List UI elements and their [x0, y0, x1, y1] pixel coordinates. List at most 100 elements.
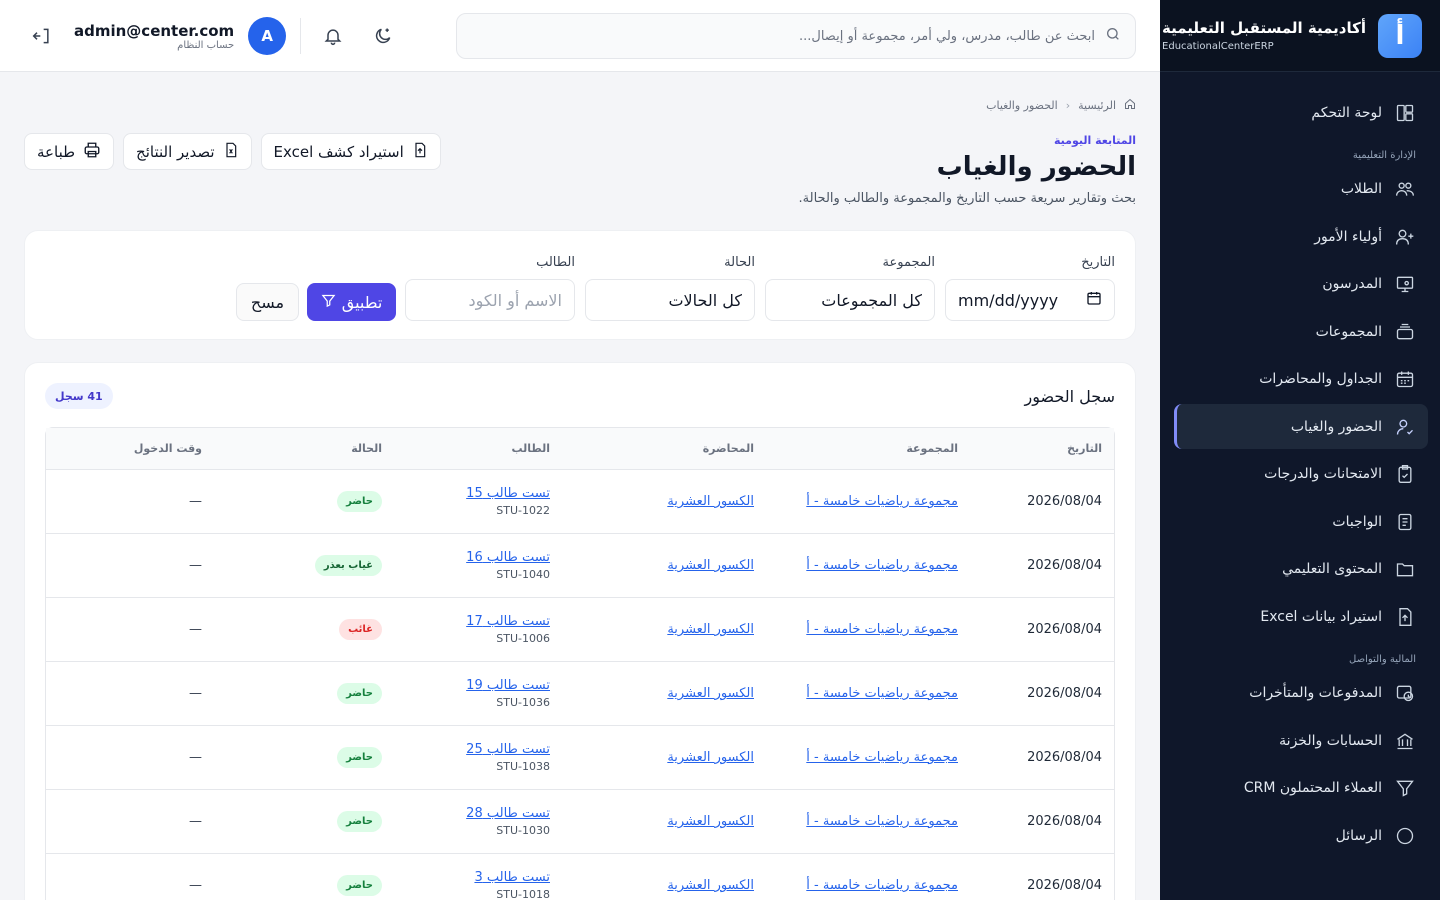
page-description: بحث وتقارير سريعة حسب التاريخ والمجموعة …	[798, 191, 1136, 206]
bank-icon	[1394, 730, 1416, 752]
student-code: STU-1006	[496, 632, 550, 645]
col-lecture: المحاضرة	[562, 428, 766, 470]
print-label: طباعة	[37, 142, 76, 161]
student-input[interactable]: الاسم أو الكود	[405, 279, 575, 321]
search-input[interactable]: ابحث عن طالب، مدرس، ولي أمر، مجموعة أو إ…	[456, 13, 1136, 59]
sidebar-item-folder[interactable]: المحتوى التعليمي	[1174, 547, 1428, 592]
sidebar-item-attendance[interactable]: الحضور والغياب	[1174, 404, 1428, 449]
records-count-badge: 41 سجل	[45, 383, 113, 409]
sidebar-item-label: الحضور والغياب	[1290, 418, 1382, 435]
user-email: admin@center.com	[74, 21, 235, 40]
student-code: STU-1040	[496, 568, 550, 581]
student-link[interactable]: تست طالب 25	[466, 742, 550, 757]
sidebar-item-label: أولياء الأمور	[1314, 228, 1382, 245]
print-button[interactable]: طباعة	[24, 133, 115, 170]
table-row: 2026/08/04 مجموعة رياضيات خامسة - أ الكسور…	[46, 790, 1114, 854]
sidebar-item-groups[interactable]: المجموعات	[1174, 309, 1428, 354]
group-link[interactable]: مجموعة رياضيات خامسة - أ	[806, 494, 958, 509]
sidebar-item-parents[interactable]: أولياء الأمور	[1174, 214, 1428, 259]
sidebar-item-label: المدرسون	[1322, 276, 1382, 292]
sidebar-item-bank[interactable]: الحسابات والخزنة	[1174, 718, 1428, 763]
student-link[interactable]: تست طالب 17	[466, 614, 550, 629]
import-excel-button[interactable]: استيراد كشف Excel	[260, 133, 441, 170]
sidebar-item-label: لوحة التحكم	[1311, 104, 1382, 121]
cell-date: 2026/08/04	[970, 470, 1114, 534]
status-select[interactable]: كل الحالات	[585, 279, 755, 321]
page-eyebrow: المتابعة اليومية	[1054, 134, 1136, 147]
logout-icon[interactable]	[24, 18, 60, 54]
student-link[interactable]: تست طالب 3	[474, 870, 550, 885]
clear-button[interactable]: مسح	[236, 283, 299, 321]
sidebar-item-dashboard[interactable]: لوحة التحكم	[1174, 90, 1428, 135]
group-link[interactable]: مجموعة رياضيات خامسة - أ	[806, 814, 958, 829]
cell-entry-time: —	[46, 790, 214, 854]
filters-card: التاريخ mm/dd/yyyy المجموعة كل المجموعات…	[24, 230, 1136, 340]
sidebar-item-students[interactable]: الطلاب	[1174, 167, 1428, 212]
group-link[interactable]: مجموعة رياضيات خامسة - أ	[806, 686, 958, 701]
cell-status: حاضر	[214, 790, 394, 854]
sidebar-item-label: الرسائل	[1335, 827, 1382, 844]
date-value: mm/dd/yyyy	[958, 290, 1059, 310]
lecture-link[interactable]: الكسور العشرية	[667, 686, 754, 701]
table-row: 2026/08/04 مجموعة رياضيات خامسة - أ الكسور…	[46, 534, 1114, 598]
lecture-link[interactable]: الكسور العشرية	[667, 878, 754, 893]
sidebar-item-teachers[interactable]: المدرسون	[1174, 262, 1428, 307]
lecture-link[interactable]: الكسور العشرية	[667, 494, 754, 509]
cell-entry-time: —	[46, 854, 214, 900]
sidebar-item-calendar[interactable]: الجداول والمحاضرات	[1174, 357, 1428, 402]
import-icon	[1394, 606, 1416, 628]
group-link[interactable]: مجموعة رياضيات خامسة - أ	[806, 878, 958, 893]
group-select[interactable]: كل المجموعات	[765, 279, 935, 321]
cell-group: مجموعة رياضيات خامسة - أ	[766, 790, 970, 854]
avatar[interactable]: A	[248, 17, 287, 55]
group-link[interactable]: مجموعة رياضيات خامسة - أ	[806, 558, 958, 573]
table-row: 2026/08/04 مجموعة رياضيات خامسة - أ الكسور…	[46, 854, 1114, 900]
cell-lecture: الكسور العشرية	[562, 470, 766, 534]
sidebar-item-homework[interactable]: الواجبات	[1174, 499, 1428, 544]
dark-mode-icon[interactable]	[365, 18, 401, 54]
brand-logo: أ	[1378, 13, 1422, 58]
brand[interactable]: أ أكاديمية المستقبل التعليمية Educationa…	[1160, 0, 1440, 72]
cell-entry-time: —	[46, 726, 214, 790]
student-link[interactable]: تست طالب 28	[466, 806, 550, 821]
calendar-icon[interactable]	[1086, 290, 1102, 310]
groups-icon	[1394, 321, 1416, 343]
student-link[interactable]: تست طالب 16	[466, 550, 550, 565]
group-link[interactable]: مجموعة رياضيات خامسة - أ	[806, 622, 958, 637]
sidebar-item-label: الجداول والمحاضرات	[1259, 371, 1382, 387]
sidebar-item-label: المجموعات	[1315, 323, 1382, 340]
home-icon	[1124, 98, 1136, 113]
sidebar-nav: لوحة التحكم الإدارة التعليمية الطلاب أولياء…	[1160, 72, 1440, 858]
student-link[interactable]: تست طالب 15	[466, 486, 550, 501]
sidebar-item-funnel[interactable]: العملاء المحتملون CRM	[1174, 766, 1428, 811]
search-placeholder: ابحث عن طالب، مدرس، ولي أمر، مجموعة أو إ…	[799, 28, 1095, 44]
lecture-link[interactable]: الكسور العشرية	[667, 558, 754, 573]
status-badge: حاضر	[337, 683, 382, 704]
table-header-row: التاريخ المجموعة المحاضرة الطالب الحالة …	[46, 428, 1114, 470]
brand-subtitle: EducationalCenterERP	[1162, 41, 1274, 52]
date-input[interactable]: mm/dd/yyyy	[945, 279, 1115, 321]
group-link[interactable]: مجموعة رياضيات خامسة - أ	[806, 750, 958, 765]
lecture-link[interactable]: الكسور العشرية	[667, 814, 754, 829]
dashboard-icon	[1394, 102, 1416, 124]
breadcrumb-current: الحضور والغياب	[986, 99, 1058, 112]
cell-student: تست طالب 28 STU-1030	[394, 790, 562, 854]
sidebar-item-import[interactable]: استيراد بيانات Excel	[1174, 594, 1428, 639]
sidebar: أ أكاديمية المستقبل التعليمية Educationa…	[1160, 0, 1440, 900]
sidebar-item-payments[interactable]: المدفوعات والمتأخرات	[1174, 671, 1428, 716]
student-label: الطالب	[536, 255, 575, 270]
bell-icon[interactable]	[315, 18, 351, 54]
apply-button[interactable]: تطبيق	[307, 283, 396, 321]
sidebar-item-chat[interactable]: الرسائل	[1174, 813, 1428, 858]
student-link[interactable]: تست طالب 19	[466, 678, 550, 693]
lecture-link[interactable]: الكسور العشرية	[667, 622, 754, 637]
student-code: STU-1030	[496, 824, 550, 837]
user-area: admin@center.com حساب النظام A	[24, 12, 401, 60]
sidebar-item-exams[interactable]: الامتحانات والدرجات	[1174, 452, 1428, 497]
lecture-link[interactable]: الكسور العشرية	[667, 750, 754, 765]
page-actions: استيراد كشف Excel تصدير النتائج طباعة	[24, 133, 441, 170]
attendance-icon	[1394, 416, 1416, 438]
user-meta[interactable]: admin@center.com حساب النظام	[74, 22, 234, 51]
breadcrumb-home[interactable]: الرئيسية	[1078, 99, 1116, 112]
export-results-button[interactable]: تصدير النتائج	[123, 133, 252, 170]
